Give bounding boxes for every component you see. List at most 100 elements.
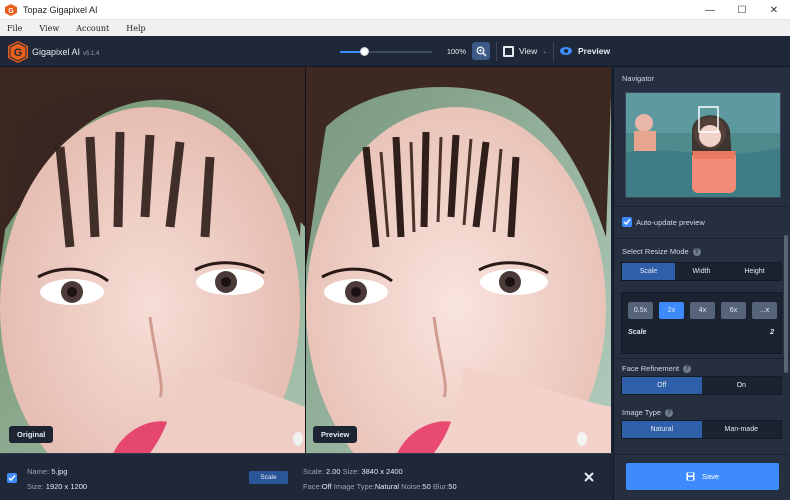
title-bar: G Topaz Gigapixel AI — ☐ ✕ [0,0,790,20]
view-dropdown[interactable]: View ⌄ [503,42,547,60]
resize-mode-title: Select Resize Mode? [622,247,701,256]
scale-option-2x[interactable]: 2x [659,302,684,319]
svg-text:G: G [14,47,23,59]
view-square-icon [503,45,514,57]
blur-label: Blur: [432,482,449,491]
file-size: Size: 1920 x 1200 [27,482,87,491]
panel-separator [614,454,790,455]
panel-scrollbar[interactable] [784,235,788,373]
app-name: Gigapixel AI v5.1.4 [32,47,99,57]
panel-separator [614,206,790,207]
auto-update-label: Auto-update preview [636,218,705,227]
scale-value: 2 [770,329,774,336]
menu-view[interactable]: View [39,24,59,33]
face-refinement-title: Face Refinement? [622,364,692,373]
svg-text:G: G [8,8,14,15]
scale-option-0-5x[interactable]: 0.5x [628,302,653,319]
preview-pane[interactable]: Preview [306,67,611,453]
save-button[interactable]: Save [626,463,779,490]
toolbar-divider [553,42,554,61]
app-name-text: Gigapixel AI [32,47,81,57]
app-version: v5.1.4 [83,51,100,57]
preview-toggle[interactable]: Preview [560,42,610,60]
resize-mode-width[interactable]: Width [675,263,728,280]
app-window: G Topaz Gigapixel AI — ☐ ✕ File View Acc… [0,0,790,500]
navigator-thumbnail[interactable] [625,92,781,198]
resize-mode-tabs: Scale Width Height [621,262,782,281]
image-type-title: Image Type? [622,408,674,417]
navigator-title: Navigator [622,74,655,83]
image-type-toggle: Natural Man-made [621,420,782,439]
view-label: View [519,46,538,56]
original-image [0,67,305,453]
settings-panel: Navigator Auto-update preview Select Res… [613,67,790,500]
face-refinement-title-text: Face Refinement [622,364,680,373]
resize-mode-scale[interactable]: Scale [622,263,675,280]
blur-value: 50 [448,482,457,491]
toolbar: G Gigapixel AI v5.1.4 100% View ⌄ Preview [0,36,790,67]
help-icon[interactable]: ? [665,409,674,417]
file-select-checkbox[interactable] [7,473,17,483]
chevron-down-icon: ⌄ [542,48,548,55]
preview-image [306,67,611,453]
eye-icon [560,47,572,55]
original-pane[interactable]: Original [0,67,305,453]
type-label: Image Type: [333,482,375,491]
check-icon [623,219,631,226]
image-type-man-made[interactable]: Man-made [702,421,782,438]
output-settings: Face:Off Image Type:Natural Noise:50 Blu… [303,482,457,491]
zoom-button[interactable] [472,42,490,60]
panel-separator [614,358,790,359]
auto-update-checkbox[interactable] [622,217,632,227]
menu-account[interactable]: Account [76,24,109,33]
resize-mode-title-text: Select Resize Mode [622,247,689,256]
out-size-value: 3840 x 2400 [361,467,403,476]
output-scale-size: Scale: 2.00 Size: 3840 x 2400 [303,467,403,476]
zoom-slider-thumb[interactable] [360,47,369,56]
help-icon[interactable]: ? [692,248,701,256]
resize-mode-height[interactable]: Height [728,263,781,280]
file-info-bar: Name: 5.jpg Size: 1920 x 1200 Scale Scal… [0,453,613,500]
check-icon [8,475,16,482]
type-value: Natural [374,482,400,491]
scale-option-6x[interactable]: 6x [721,302,746,319]
help-icon[interactable]: ? [683,365,692,373]
scale-option-4x[interactable]: 4x [690,302,715,319]
gigapixel-logo-icon: G [8,41,28,63]
save-label: Save [701,472,720,481]
image-type-natural[interactable]: Natural [622,421,702,438]
window-title: Topaz Gigapixel AI [23,4,98,15]
original-label: Original [9,426,54,443]
menu-bar: File View Account Help [0,20,790,36]
maximize-button[interactable]: ☐ [726,0,758,20]
menu-file[interactable]: File [7,24,22,33]
navigator-image [626,93,780,197]
face-value: Off [321,482,332,491]
minimize-button[interactable]: — [694,0,726,20]
face-refinement-off[interactable]: Off [622,377,702,394]
file-name-value: 5.jpg [51,467,68,476]
scale-option-custom[interactable]: ...x [752,302,777,319]
preview-pane-label: Preview [313,426,358,443]
file-size-label: Size: [27,482,44,491]
close-window-button[interactable]: ✕ [758,0,790,20]
topaz-logo-icon: G [5,3,17,16]
remove-file-close-icon[interactable] [581,469,597,485]
out-scale-value: 2.00 [325,467,341,476]
toolbar-divider [496,42,497,61]
image-type-title-text: Image Type [622,408,662,417]
face-label: Face: [303,482,322,491]
preview-label: Preview [578,46,611,56]
menu-help[interactable]: Help [126,24,145,33]
zoom-value: 100% [446,47,466,56]
face-refinement-on[interactable]: On [702,377,782,394]
file-size-value: 1920 x 1200 [45,482,88,491]
noise-value: 50 [422,482,431,491]
file-name: Name: 5.jpg [27,467,67,476]
panel-separator [614,238,790,239]
magnifier-icon [476,46,487,57]
save-disk-icon [686,472,695,481]
scale-options-box: 0.5x 2x 4x 6x ...x Scale 2 [621,292,782,354]
out-size-label: Size: [342,467,360,476]
scale-label: Scale [628,329,647,336]
